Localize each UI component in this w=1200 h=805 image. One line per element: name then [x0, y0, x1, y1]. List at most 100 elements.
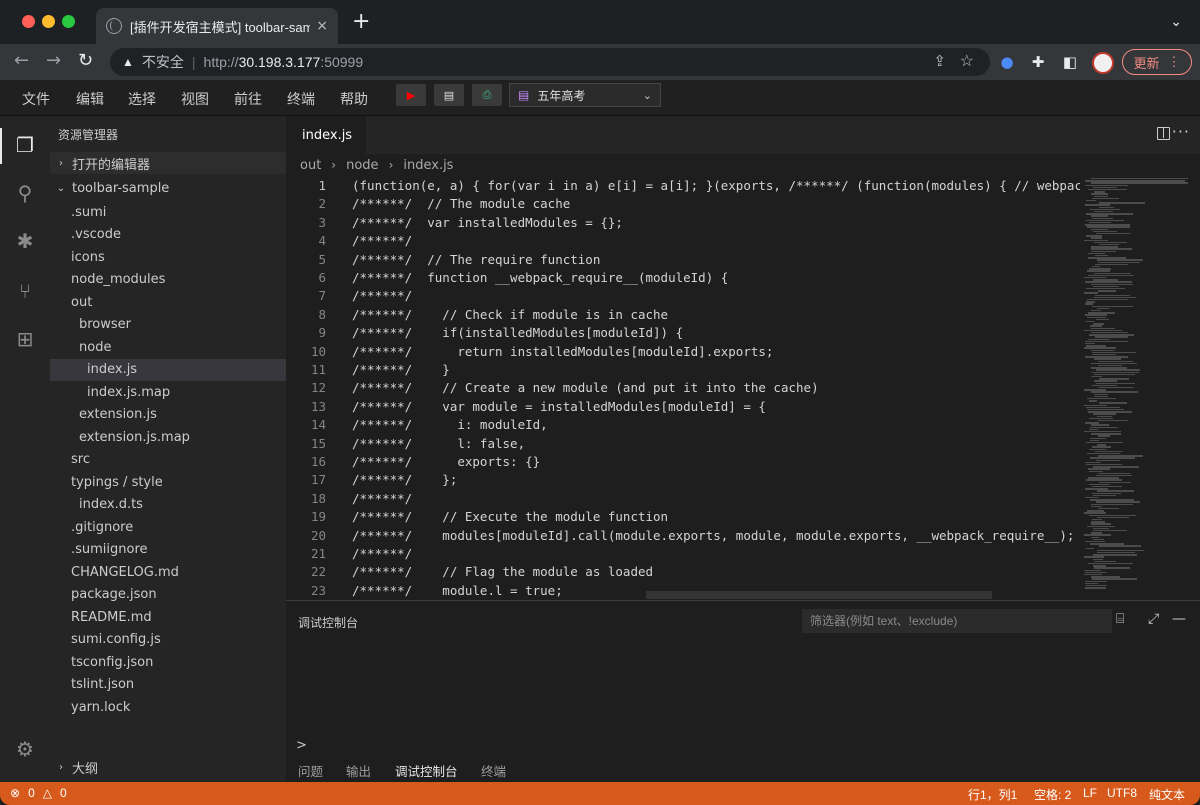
tree-item[interactable]: .sumi [50, 201, 286, 224]
code-line[interactable]: 2 /******/ // The module cache [286, 195, 1081, 213]
more-actions-icon[interactable]: ··· [1172, 122, 1190, 141]
problems-summary[interactable]: ⊗ 0 △ 0 [10, 786, 67, 800]
code-line[interactable]: 11 /******/ } [286, 361, 1081, 379]
tree-item[interactable]: node [50, 336, 286, 359]
minimap[interactable] [1080, 176, 1190, 600]
tab-problems[interactable]: 问题 [298, 761, 323, 783]
tree-item[interactable]: node_modules [50, 269, 286, 292]
tree-item[interactable]: index.js.map [50, 381, 286, 404]
code-line[interactable]: 21 /******/ [286, 545, 1081, 563]
language-mode[interactable]: 纯文本 [1149, 786, 1185, 803]
code-line[interactable]: 13 /******/ var module = installedModules… [286, 398, 1081, 416]
tree-item[interactable]: typings / style [50, 471, 286, 494]
breadcrumb-item[interactable]: index.js [403, 158, 453, 173]
puzzle-icon[interactable]: ✚ [1028, 52, 1048, 72]
menu-go[interactable]: 前往 [234, 89, 262, 109]
menu-terminal[interactable]: 终端 [287, 89, 315, 109]
update-button[interactable]: 更新 ⋮ [1122, 49, 1192, 75]
code-line[interactable]: 1 (function(e, a) { for(var i in a) e[i] … [286, 177, 1081, 195]
source-control-icon[interactable]: ⑂ [12, 278, 38, 304]
tree-item[interactable]: .sumiignore [50, 539, 286, 562]
tree-item[interactable]: index.js [50, 358, 286, 381]
insecure-label[interactable]: 不安全 [142, 52, 184, 72]
minimize-panel-icon[interactable]: — [1172, 611, 1186, 627]
tree-item[interactable]: sumi.config.js [50, 629, 286, 652]
maximize-window-button[interactable] [62, 15, 75, 28]
menu-view[interactable]: 视图 [181, 89, 209, 109]
code-line[interactable]: 18 /******/ [286, 490, 1081, 508]
tree-item[interactable]: .gitignore [50, 516, 286, 539]
tab-debug-console[interactable]: 调试控制台 [395, 761, 458, 784]
breadcrumb-item[interactable]: out [300, 158, 321, 173]
back-arrow-icon[interactable]: ← [14, 51, 29, 71]
close-window-button[interactable] [22, 15, 35, 28]
tree-item[interactable]: extension.js.map [50, 426, 286, 449]
address-bar[interactable]: ▲ 不安全 | http:// 30.198.3.177 :50999 ⇪ ☆ [110, 48, 990, 76]
new-tab-button[interactable]: + [352, 11, 370, 33]
tree-item[interactable]: extension.js [50, 404, 286, 427]
clear-console-icon[interactable]: ⌸ [1116, 611, 1124, 627]
tree-item[interactable]: tslint.json [50, 674, 286, 697]
reload-icon[interactable]: ↻ [78, 51, 93, 71]
project-root-section[interactable]: ⌄ toolbar-sample [50, 177, 286, 199]
toolbar-select[interactable]: ▤ 五年高考 ⌄ [509, 83, 661, 107]
tree-item[interactable]: index.d.ts [50, 494, 286, 517]
tree-item[interactable]: package.json [50, 584, 286, 607]
code-line[interactable]: 8 /******/ // Check if module is in cache [286, 306, 1081, 324]
tree-item[interactable]: icons [50, 246, 286, 269]
tree-item[interactable]: out [50, 291, 286, 314]
console-filter-input[interactable] [802, 609, 1112, 633]
code-line[interactable]: 20 /******/ modules[moduleId].call(module… [286, 527, 1081, 545]
share-icon[interactable]: ⇪ [933, 52, 946, 70]
horizontal-scrollbar[interactable] [646, 591, 992, 599]
code-line[interactable]: 19 /******/ // Execute the module functio… [286, 508, 1081, 526]
printer-icon[interactable]: ⎙ [472, 84, 502, 106]
code-line[interactable]: 12 /******/ // Create a new module (and p… [286, 379, 1081, 397]
code-line[interactable]: 3 /******/ var installedModules = {}; [286, 214, 1081, 232]
profile-avatar[interactable] [1092, 52, 1114, 74]
split-editor-icon[interactable] [1157, 127, 1170, 140]
menu-help[interactable]: 帮助 [340, 89, 368, 109]
open-editors-section[interactable]: › 打开的编辑器 [50, 152, 286, 174]
menu-file[interactable]: 文件 [22, 89, 50, 109]
code-line[interactable]: 5 /******/ // The require function [286, 251, 1081, 269]
minimize-window-button[interactable] [42, 15, 55, 28]
extension-icon[interactable]: ● [997, 52, 1017, 72]
extensions-icon[interactable]: ⊞ [12, 326, 38, 352]
code-line[interactable]: 22 /******/ // Flag the module as loaded [286, 563, 1081, 581]
breadcrumb-item[interactable]: node [346, 158, 378, 173]
tree-item[interactable]: .vscode [50, 224, 286, 247]
menu-selection[interactable]: 选择 [128, 89, 156, 109]
maximize-panel-icon[interactable]: ⤢ [1148, 611, 1159, 627]
debug-bug-icon[interactable]: ✱ [12, 228, 38, 254]
tree-item[interactable]: tsconfig.json [50, 651, 286, 674]
code-line[interactable]: 10 /******/ return installedModules[modul… [286, 343, 1081, 361]
warning-icon[interactable]: ▲ [122, 55, 134, 69]
code-line[interactable]: 6 /******/ function __webpack_require__(m… [286, 269, 1081, 287]
end-of-line[interactable]: LF [1083, 786, 1097, 800]
outline-section[interactable]: › 大纲 [50, 756, 286, 778]
tree-item[interactable]: CHANGELOG.md [50, 561, 286, 584]
side-panel-icon[interactable]: ◧ [1060, 52, 1080, 72]
tab-terminal[interactable]: 终端 [481, 761, 506, 783]
code-line[interactable]: 7 /******/ [286, 287, 1081, 305]
bookmark-star-icon[interactable]: ☆ [960, 51, 974, 71]
tree-item[interactable]: README.md [50, 606, 286, 629]
console-prompt[interactable]: > [296, 738, 307, 753]
calendar-icon[interactable]: ▤ [434, 84, 464, 106]
code-line[interactable]: 9 /******/ if(installedModules[moduleId])… [286, 324, 1081, 342]
youtube-icon[interactable]: ▶ [396, 84, 426, 106]
tab-search-chevron-icon[interactable]: ⌄ [1170, 14, 1182, 30]
gear-icon[interactable]: ⚙ [12, 736, 38, 762]
editor-tab-index-js[interactable]: index.js [286, 116, 366, 154]
indentation[interactable]: 空格: 2 [1034, 786, 1071, 803]
cursor-position[interactable]: 行1，列1 [968, 786, 1017, 803]
tree-item[interactable]: src [50, 449, 286, 472]
code-line[interactable]: 15 /******/ l: false, [286, 435, 1081, 453]
code-line[interactable]: 4 /******/ [286, 232, 1081, 250]
browser-tab[interactable]: [插件开发宿主模式] toolbar-sample × [96, 8, 338, 44]
close-tab-icon[interactable]: × [316, 18, 328, 34]
tree-item[interactable]: yarn.lock [50, 696, 286, 719]
tab-output[interactable]: 输出 [346, 761, 371, 783]
code-editor[interactable]: 1 (function(e, a) { for(var i in a) e[i] … [286, 176, 1200, 600]
